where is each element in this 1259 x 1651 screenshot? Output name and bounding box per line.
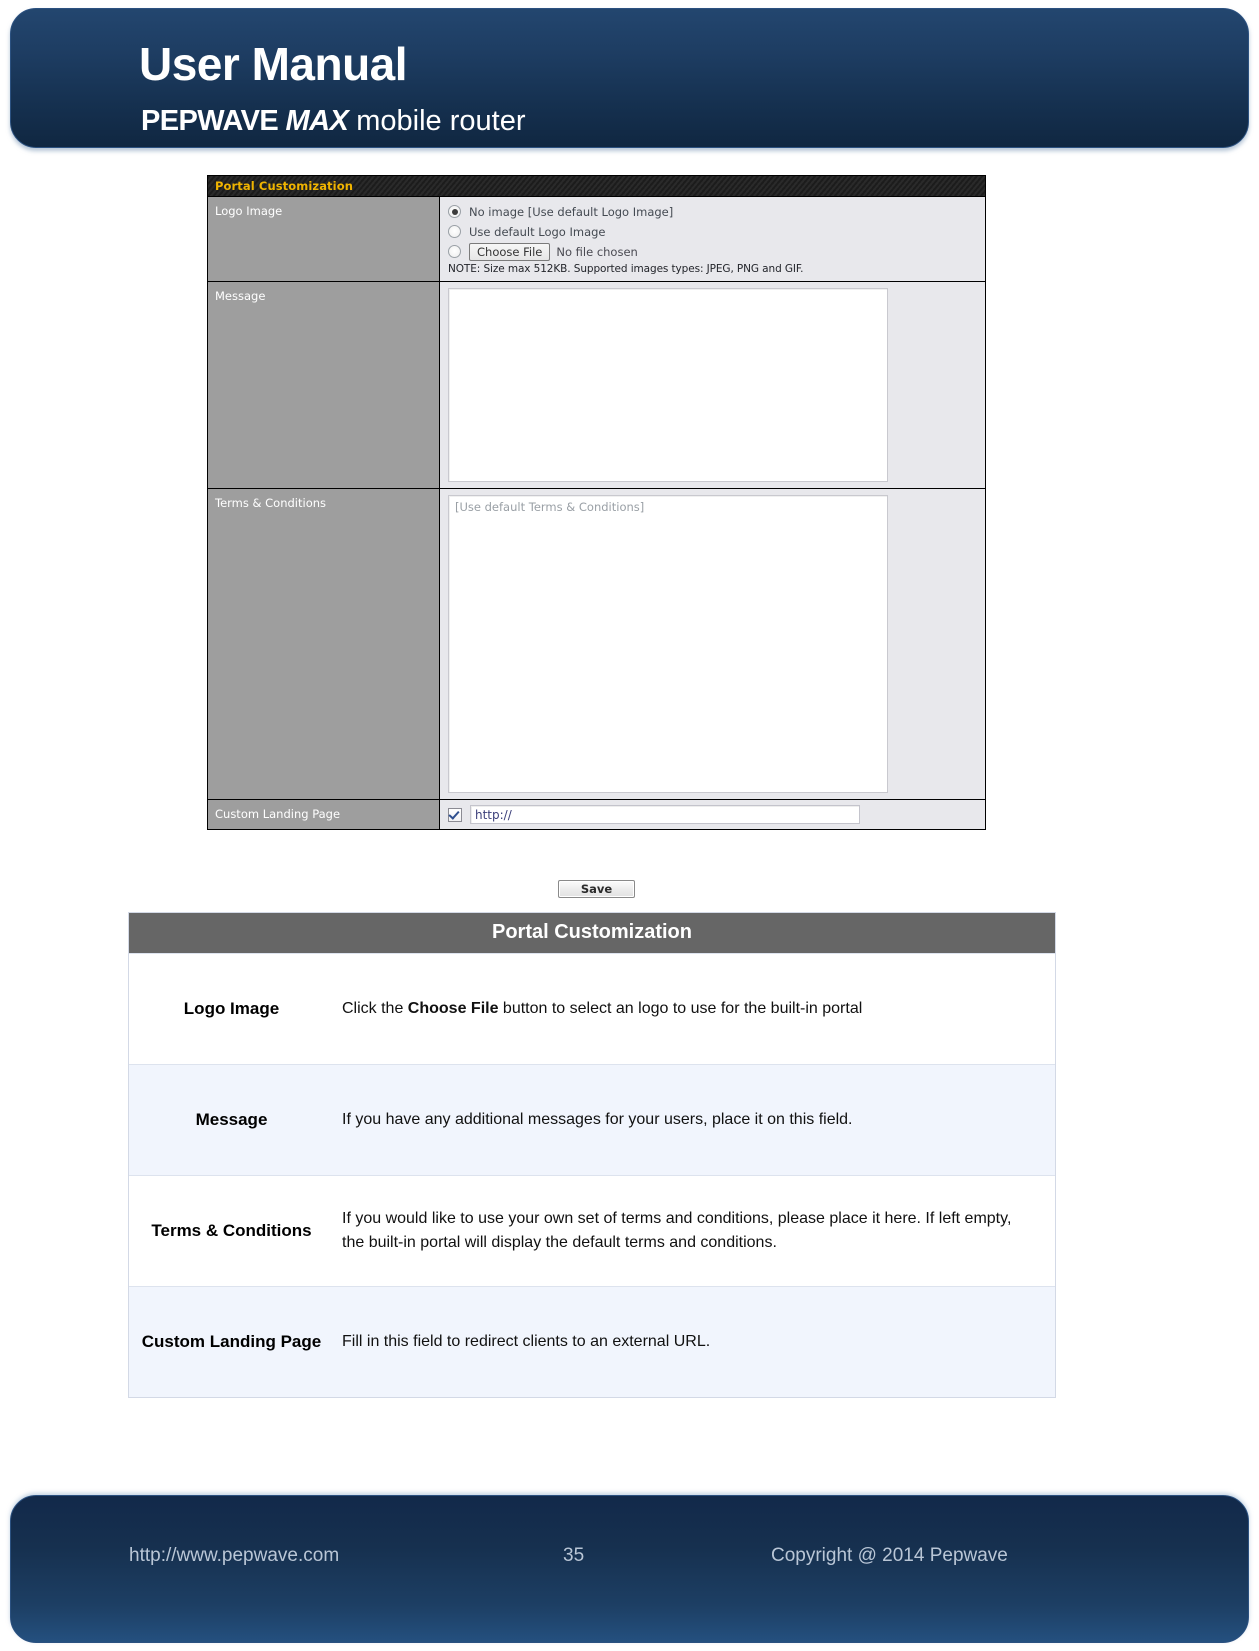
page-title: User Manual [139,38,408,90]
custom-landing-page-input[interactable]: http:// [470,805,860,824]
brand-pepwave: PEPWAVE [141,105,286,137]
portal-customization-screenshot: Portal Customization Logo Image No image… [207,175,986,830]
row-key-logo-image: Logo Image [183,998,280,1018]
footer-url[interactable]: http://www.pepwave.com [129,1545,339,1567]
row-key-terms-conditions: Terms & Conditions [151,1220,312,1240]
radio-icon-upload[interactable] [448,245,461,258]
row-text-before: Click the [342,1000,408,1017]
brand-max: MAX [285,105,349,137]
footer-copyright: Copyright @ 2014 Pepwave [771,1545,1008,1566]
manual-page: User Manual PEPWAVE MAX mobile router Po… [0,0,1259,1651]
product-subtitle: PEPWAVE MAX mobile router [141,105,526,138]
radio-label-no-image: No image [Use default Logo Image] [469,204,674,219]
radio-icon-no-image[interactable] [448,205,461,218]
description-table: Portal Customization Logo Image Click th… [128,912,1056,1398]
row-text-bold: Choose File [407,1000,499,1017]
footer-page-number: 35 [563,1545,585,1566]
table-row: Custom Landing Page Fill in this field t… [129,1286,1055,1397]
row-key-custom-landing-page: Custom Landing Page [141,1331,322,1351]
row-value-terms-conditions: If you would like to use your own set of… [342,1210,1012,1251]
custom-landing-page-field: http:// [440,800,985,829]
terms-conditions-row: Terms & Conditions [Use default Terms & … [208,489,985,800]
header-banner: User Manual PEPWAVE MAX mobile router [10,8,1249,148]
row-key-message: Message [195,1109,268,1129]
logo-image-field: No image [Use default Logo Image] Use de… [440,197,985,281]
row-text-after: button to select an logo to use for the … [498,1000,863,1017]
footer-content: http://www.pepwave.com 35 Copyright @ 20… [0,1545,1259,1575]
panel-header-title: Portal Customization [208,176,985,197]
save-button-container: Save [207,880,986,898]
table-row: Terms & Conditions If you would like to … [129,1175,1055,1286]
radio-option-default-logo[interactable]: Use default Logo Image [448,223,977,240]
radio-icon-default-logo[interactable] [448,225,461,238]
table-row: Logo Image Click the Choose File button … [129,953,1055,1064]
description-table-title: Portal Customization [129,913,1055,953]
message-field [440,282,985,488]
save-button[interactable]: Save [557,880,636,898]
custom-landing-page-row: Custom Landing Page http:// [208,800,985,829]
radio-option-upload[interactable]: Choose File No file chosen [448,242,977,261]
custom-landing-page-label: Custom Landing Page [208,800,440,829]
logo-image-row: Logo Image No image [Use default Logo Im… [208,197,985,282]
logo-image-note: NOTE: Size max 512KB. Supported images t… [448,263,804,275]
choose-file-button[interactable]: Choose File [469,242,551,261]
radio-label-default-logo: Use default Logo Image [469,224,606,239]
custom-landing-page-checkbox[interactable] [448,807,462,822]
logo-image-label: Logo Image [208,197,440,281]
message-label: Message [208,282,440,488]
terms-conditions-label: Terms & Conditions [208,489,440,799]
radio-option-no-image[interactable]: No image [Use default Logo Image] [448,203,977,220]
message-textarea[interactable] [448,288,888,482]
terms-conditions-field: [Use default Terms & Conditions] [440,489,985,799]
no-file-chosen-text: No file chosen [556,244,638,259]
row-value-custom-landing-page: Fill in this field to redirect clients t… [342,1333,711,1350]
table-row: Message If you have any additional messa… [129,1064,1055,1175]
terms-conditions-textarea[interactable]: [Use default Terms & Conditions] [448,495,888,793]
row-value-logo-image: Click the Choose File button to select a… [334,997,1055,1021]
row-value-message: If you have any additional messages for … [342,1111,853,1128]
brand-product: mobile router [348,105,526,137]
message-row: Message [208,282,985,489]
